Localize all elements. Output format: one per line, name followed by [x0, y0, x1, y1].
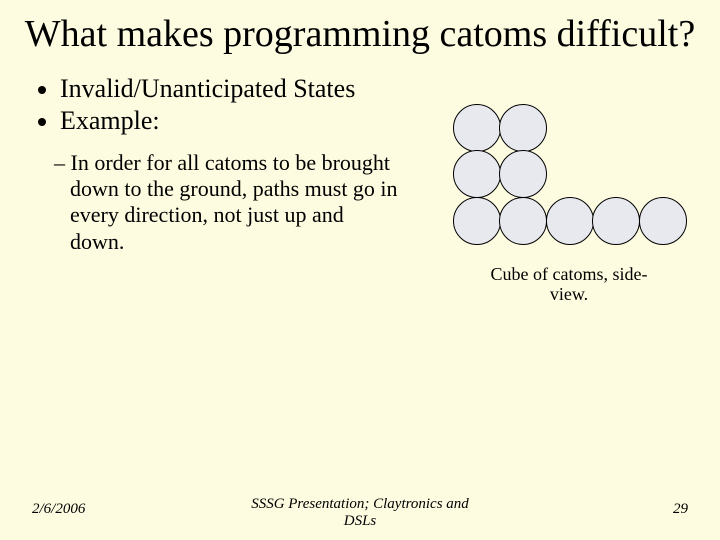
catom-circle-icon: [453, 197, 501, 245]
catom-circle-icon: [592, 197, 640, 245]
figure-column: Cube of catoms, side- view.: [398, 74, 710, 305]
catom-circle-icon: [499, 150, 547, 198]
caption-line: view.: [550, 284, 588, 304]
bullet-list: Invalid/Unanticipated States Example:: [18, 74, 398, 136]
catom-circle-icon: [499, 197, 547, 245]
sub-bullet-item: In order for all catoms to be brought do…: [54, 150, 398, 256]
footer-center-line: DSLs: [344, 513, 377, 529]
slide-body: Invalid/Unanticipated States Example: In…: [0, 56, 720, 305]
text-column: Invalid/Unanticipated States Example: In…: [10, 74, 398, 305]
caption-line: Cube of catoms, side-: [491, 264, 648, 284]
catom-circle-icon: [453, 150, 501, 198]
footer-center: SSSG Presentation; Claytronics and DSLs: [0, 496, 720, 531]
catom-circle-icon: [639, 197, 687, 245]
slide-title: What makes programming catoms difficult?: [0, 0, 720, 56]
diagram-row: [453, 150, 686, 197]
catom-diagram: [453, 104, 686, 244]
bullet-item: Invalid/Unanticipated States: [60, 74, 398, 104]
bullet-item: Example:: [60, 106, 398, 136]
catom-circle-icon: [499, 104, 547, 152]
footer-page-number: 29: [673, 501, 688, 518]
sub-bullet-list: In order for all catoms to be brought do…: [18, 150, 398, 256]
diagram-row: [453, 197, 686, 244]
diagram-row: [453, 104, 686, 151]
catom-circle-icon: [546, 197, 594, 245]
catom-circle-icon: [453, 104, 501, 152]
footer-center-line: SSSG Presentation; Claytronics and: [251, 496, 469, 512]
figure-caption: Cube of catoms, side- view.: [428, 264, 710, 305]
slide: What makes programming catoms difficult?…: [0, 0, 720, 540]
